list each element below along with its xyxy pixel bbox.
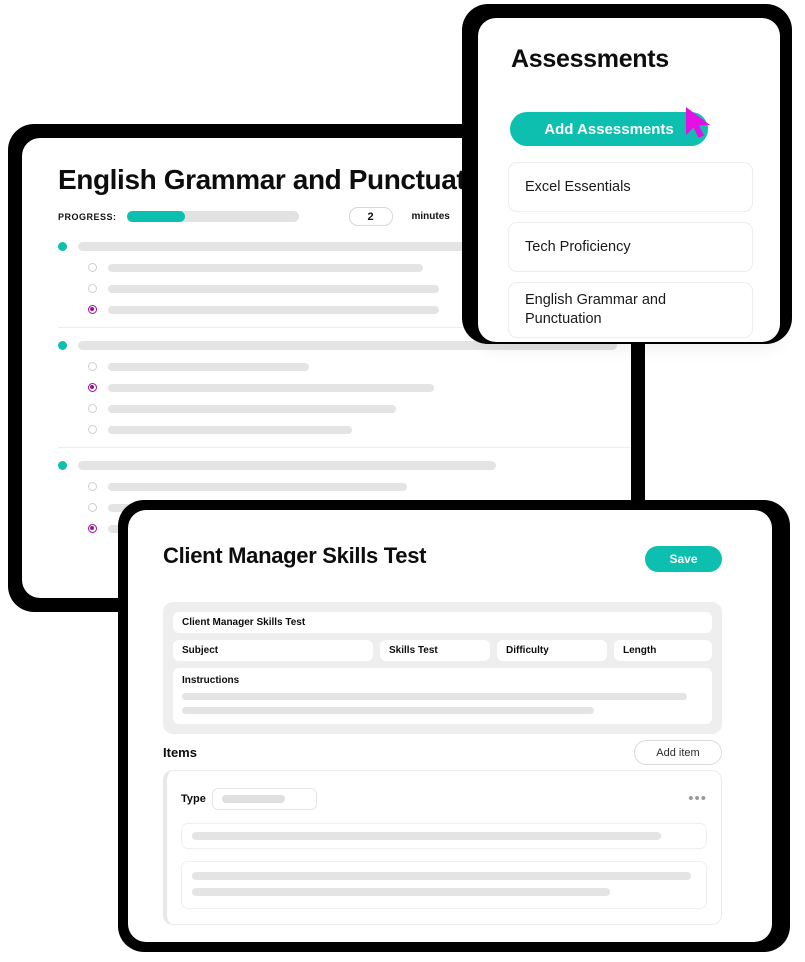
answer-text-placeholder (108, 263, 423, 272)
assessment-list-item[interactable]: Tech Proficiency (508, 222, 753, 272)
question-header (58, 461, 631, 470)
items-label: Items (163, 745, 197, 760)
radio-unselected-icon[interactable] (88, 425, 97, 434)
assessment-list-item[interactable]: English Grammar and Punctuation (508, 282, 753, 338)
duration-value: 2 (367, 210, 374, 223)
radio-selected-icon[interactable] (88, 524, 97, 533)
item-body-input[interactable] (181, 861, 707, 909)
question-text-placeholder (78, 461, 497, 470)
add-assessments-button[interactable]: Add Assessments (510, 112, 708, 146)
items-header: Items Add item (163, 740, 722, 765)
answer-option[interactable] (88, 383, 631, 392)
progress-track (126, 211, 299, 222)
answer-text-placeholder (108, 425, 353, 434)
item-type-value-placeholder (221, 795, 285, 803)
skills-test-input[interactable]: Skills Test (380, 640, 490, 661)
answer-text-placeholder (108, 383, 434, 392)
answer-option[interactable] (88, 404, 631, 413)
instructions-input[interactable]: Instructions (173, 668, 712, 724)
assessment-name-input[interactable]: Client Manager Skills Test (173, 612, 712, 633)
question-marker-icon (58, 341, 67, 350)
item-card: Type ••• (163, 770, 722, 925)
radio-unselected-icon[interactable] (88, 284, 97, 293)
item-prompt-input[interactable] (181, 823, 707, 849)
instructions-label: Instructions (182, 675, 240, 686)
item-type-row: Type ••• (181, 788, 707, 810)
duration-field[interactable]: 2 (348, 207, 393, 226)
save-button[interactable]: Save (645, 546, 722, 572)
mouse-cursor-icon (686, 107, 710, 138)
grammar-card-title: English Grammar and Punctuation (58, 164, 507, 195)
duration-unit-label: minutes (411, 211, 450, 222)
radio-unselected-icon[interactable] (88, 503, 97, 512)
instructions-line-placeholder (182, 693, 688, 700)
radio-selected-icon[interactable] (88, 305, 97, 314)
item-body-line-placeholder (192, 872, 691, 880)
progress-label: PROGRESS: (58, 211, 117, 222)
answer-option[interactable] (88, 362, 631, 371)
radio-selected-icon[interactable] (88, 383, 97, 392)
radio-unselected-icon[interactable] (88, 482, 97, 491)
item-type-label: Type (181, 793, 206, 805)
screenshot-stage: English Grammar and Punctuation PROGRESS… (0, 0, 805, 962)
assessments-title: Assessments (511, 45, 669, 73)
instructions-line-placeholder (182, 707, 594, 714)
client-card-title: Client Manager Skills Test (163, 543, 427, 568)
item-prompt-placeholder (192, 832, 661, 840)
answer-text-placeholder (108, 284, 440, 293)
radio-unselected-icon[interactable] (88, 362, 97, 371)
add-item-button[interactable]: Add item (634, 740, 722, 765)
meta-field-row: Subject Skills Test Difficulty Length (173, 640, 712, 661)
length-input[interactable]: Length (614, 640, 712, 661)
client-manager-card: Client Manager Skills Test Save Client M… (128, 510, 772, 942)
answer-text-placeholder (108, 362, 309, 371)
answer-option[interactable] (88, 482, 631, 491)
subject-input[interactable]: Subject (173, 640, 373, 661)
question-marker-icon (58, 242, 67, 251)
progress-fill (126, 211, 185, 222)
instructions-placeholder-lines (182, 693, 703, 714)
answer-text-placeholder (108, 305, 440, 314)
progress-row: PROGRESS: 2 minutes (58, 207, 450, 226)
radio-unselected-icon[interactable] (88, 404, 97, 413)
assessments-list: Excel Essentials Tech Proficiency English … (508, 162, 753, 348)
item-body-placeholder-lines (192, 872, 696, 896)
assessment-list-item[interactable]: Excel Essentials (508, 162, 753, 212)
answer-option[interactable] (88, 425, 631, 434)
assessments-card: Assessments Add Assessments Excel Essent… (478, 18, 780, 342)
item-type-select[interactable] (211, 788, 317, 810)
difficulty-input[interactable]: Difficulty (497, 640, 607, 661)
answer-text-placeholder (108, 404, 396, 413)
radio-unselected-icon[interactable] (88, 263, 97, 272)
assessment-meta-panel: Client Manager Skills Test Subject Skill… (163, 602, 722, 734)
answer-text-placeholder (108, 482, 407, 491)
item-overflow-menu-icon[interactable]: ••• (688, 791, 707, 806)
question-marker-icon (58, 461, 67, 470)
item-body-line-placeholder (192, 888, 611, 896)
